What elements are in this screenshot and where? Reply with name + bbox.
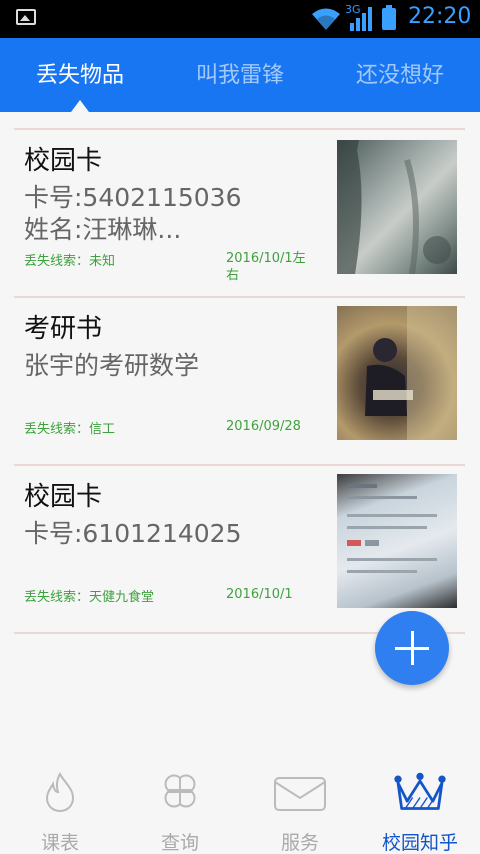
item-title: 考研书 bbox=[24, 314, 103, 344]
nav-label: 查询 bbox=[160, 832, 199, 854]
tab-undecided[interactable]: 还没想好 bbox=[320, 38, 480, 112]
photo-content bbox=[365, 306, 457, 440]
status-time: 22:20 bbox=[408, 4, 472, 29]
item-clue: 丢失线索：未知 bbox=[24, 254, 116, 269]
photo-content bbox=[337, 140, 451, 274]
signal-icon bbox=[350, 7, 372, 31]
item-date: 2016/10/1左右 bbox=[226, 251, 306, 283]
crown-icon bbox=[394, 772, 446, 810]
envelope-icon bbox=[274, 777, 326, 811]
flame-icon bbox=[45, 771, 75, 813]
item-description: 卡号:6101214025 bbox=[24, 519, 242, 548]
item-clue: 丢失线索：信工 bbox=[24, 422, 116, 437]
nav-label: 服务 bbox=[280, 832, 319, 854]
item-date: 2016/09/28 bbox=[226, 419, 301, 434]
wifi-icon bbox=[312, 8, 340, 30]
item-title: 校园卡 bbox=[24, 146, 103, 176]
list-item[interactable]: 校园卡 卡号:6101214025 丢失线索：天健九食堂 2016/10/1 bbox=[14, 464, 465, 634]
item-photo[interactable] bbox=[337, 140, 457, 274]
bottom-navigation: 课表 查询 服务 校园知乎 bbox=[0, 760, 480, 854]
plus-icon-vertical bbox=[411, 631, 414, 665]
app-screen: 3G 22:20 丢失物品 叫我雷锋 还没想好 校园卡 卡号:540211503… bbox=[0, 0, 480, 854]
nav-item-schedule[interactable]: 课表 bbox=[0, 760, 120, 854]
nav-label: 校园知乎 bbox=[381, 832, 458, 854]
item-description: 张宇的考研数学 bbox=[24, 351, 200, 380]
list-item[interactable]: 校园卡 卡号:5402115036 姓名:汪琳琳... 丢失线索：未知 2016… bbox=[14, 128, 465, 296]
item-title: 校园卡 bbox=[24, 482, 103, 512]
lost-items-list: 校园卡 卡号:5402115036 姓名:汪琳琳... 丢失线索：未知 2016… bbox=[14, 128, 465, 634]
tab-lei-feng[interactable]: 叫我雷锋 bbox=[160, 38, 320, 112]
item-date: 2016/10/1 bbox=[226, 587, 293, 602]
active-tab-indicator bbox=[71, 100, 89, 112]
item-photo[interactable] bbox=[337, 306, 457, 440]
photo-content bbox=[347, 484, 437, 573]
item-description: 卡号:5402115036 姓名:汪琳琳... bbox=[24, 183, 242, 244]
nav-item-campus-zhihu[interactable]: 校园知乎 bbox=[360, 760, 480, 854]
item-photo[interactable] bbox=[337, 474, 457, 608]
battery-icon bbox=[382, 5, 396, 30]
item-clue: 丢失线索：天健九食堂 bbox=[24, 590, 155, 605]
gallery-notification-icon bbox=[16, 9, 36, 25]
four-leaf-icon bbox=[164, 774, 196, 808]
nav-item-services[interactable]: 服务 bbox=[240, 760, 360, 854]
nav-label: 课表 bbox=[40, 832, 79, 854]
nav-item-query[interactable]: 查询 bbox=[120, 760, 240, 854]
status-bar: 3G 22:20 bbox=[0, 0, 480, 38]
list-item[interactable]: 考研书 张宇的考研数学 丢失线索：信工 2016/09/28 bbox=[14, 296, 465, 464]
add-item-button[interactable] bbox=[375, 611, 449, 685]
